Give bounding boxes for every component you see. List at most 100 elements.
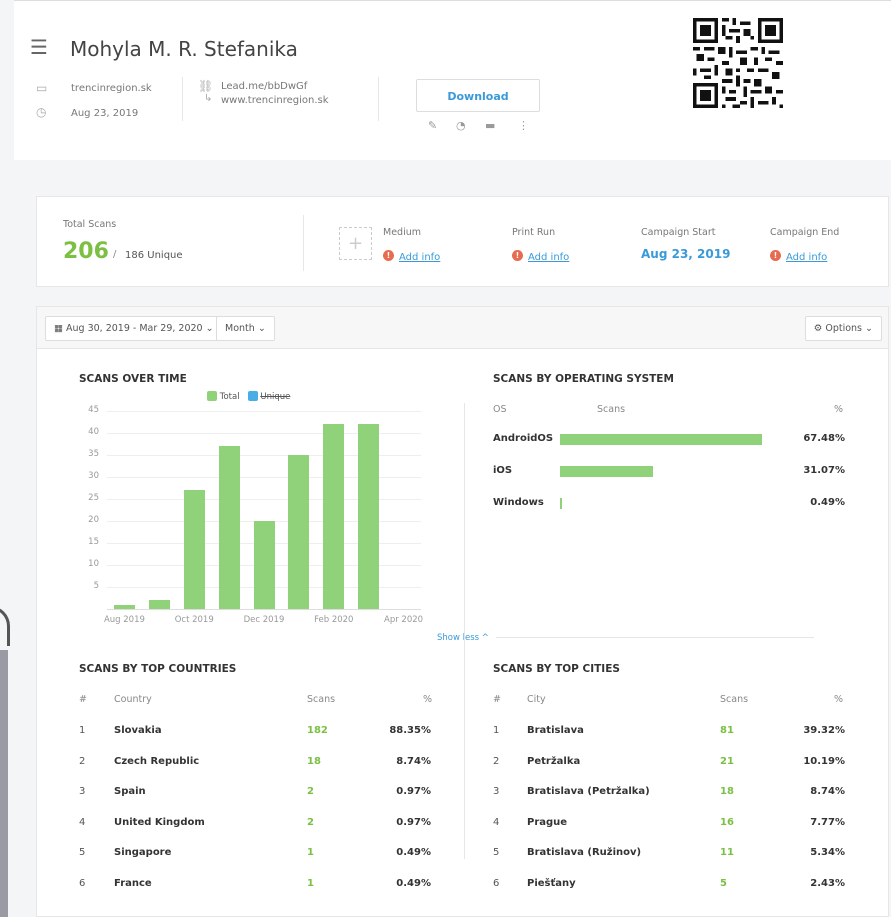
divider [182,77,183,121]
clock-icon: ◷ [36,105,47,119]
row-name: Slovakia [114,725,162,736]
divider [303,215,304,271]
history-icon[interactable]: ◔ [456,119,466,132]
row-percent: 5.34% [810,847,845,858]
add-info-link[interactable]: Add info [786,252,827,263]
row-name: Piešťany [527,877,576,889]
row-scans: 81 [720,725,734,736]
options-button[interactable]: ⚙ Options ⌄ [804,316,882,341]
stats-summary-card: Total Scans 206 / 186 Unique + Medium ! A… [36,196,889,287]
scans-col-header: Scans [720,694,749,705]
domain-text: trencinregion.sk [71,83,152,94]
os-percent: 31.07% [803,465,845,476]
chart-bar[interactable] [113,604,135,609]
short-link[interactable]: Lead.me/bbDwGf [221,81,307,92]
download-button[interactable]: Download [416,79,540,112]
row-name: Spain [114,786,146,797]
row-scans: 18 [720,786,734,797]
row-name: Prague [527,816,568,828]
country-col-header: Country [114,694,152,705]
chart-bar[interactable] [288,455,310,609]
row-name: Singapore [114,847,172,858]
chart-bar[interactable] [323,424,345,609]
chart-bar[interactable] [148,600,170,609]
row-percent: 0.97% [396,786,431,797]
pct-col-header: % [423,694,433,705]
add-image-button[interactable]: + [339,227,372,260]
edit-icon[interactable]: ✎ [428,119,437,132]
y-tick-label: 30 [88,471,99,481]
row-percent: 2.43% [810,877,845,889]
row-scans: 16 [720,816,734,828]
divider [378,77,379,121]
chart-bar[interactable] [183,490,205,609]
row-rank: 4 [493,816,500,828]
total-scans-value: 206 [63,239,109,264]
os-percent: 67.48% [803,433,845,444]
row-rank: 5 [493,847,500,858]
y-tick-label: 5 [93,581,99,591]
countries-title: SCANS BY TOP COUNTRIES [79,663,237,675]
row-rank: 1 [493,725,500,736]
column-divider [464,403,465,859]
document-icon: ☰ [30,35,48,59]
row-percent: 7.77% [810,816,845,828]
row-scans: 182 [307,725,328,736]
background-arc [0,606,10,646]
os-bar[interactable] [560,434,763,445]
info-icon: ! [512,250,523,261]
row-rank: 2 [493,755,500,767]
os-percent: 0.49% [810,497,845,508]
medium-add-info[interactable]: ! Add info [383,245,440,264]
y-tick-label: 15 [88,537,99,547]
chevron-down-icon: ⌄ [865,323,873,334]
qr-code-image [693,18,783,108]
campaign-end-label: Campaign End [770,227,840,238]
chart-bar[interactable] [218,446,240,609]
pct-col-header: % [834,694,844,705]
row-name: Bratislava [527,725,584,736]
show-less-link[interactable]: Show less ^ [437,633,489,643]
add-info-link[interactable]: Add info [399,252,440,263]
analytics-card: ▦ Aug 30, 2019 - Mar 29, 2020 ⌄ Month ⌄ … [36,306,889,917]
row-rank: 4 [79,816,86,828]
qr-title: Mohyla M. R. Stefanika [70,37,298,61]
row-rank: 1 [79,725,86,736]
row-percent: 10.19% [803,755,845,767]
created-date: Aug 23, 2019 [71,108,139,119]
chart-bar[interactable] [358,424,380,609]
chart-bar[interactable] [253,521,275,609]
row-scans: 18 [307,755,321,767]
row-name: Petržalka [527,755,581,767]
city-col-header: City [527,694,546,705]
scans-over-time-chart: 5 10 15 20 25 30 35 40 45 Aug 2019 Oct 2019 Dec 201… [37,307,457,637]
os-title: SCANS BY OPERATING SYSTEM [493,373,674,385]
row-name: Czech Republic [114,755,200,767]
row-scans: 1 [307,877,314,889]
x-tick-label: Feb 2020 [314,615,354,625]
scans-col-header: Scans [597,404,626,415]
x-tick-label: Oct 2019 [174,615,214,625]
os-name: iOS [493,465,513,476]
scans-col-header: Scans [307,694,336,705]
os-name: Windows [493,497,544,508]
campaign-end-add-info[interactable]: ! Add info [770,245,827,264]
link-icon: ⛓ [198,79,214,93]
y-gridline [107,411,421,412]
target-url[interactable]: www.trencinregion.sk [221,95,329,106]
campaign-start-date[interactable]: Aug 23, 2019 [641,247,730,261]
os-bar[interactable] [560,498,562,509]
print-run-add-info[interactable]: ! Add info [512,245,569,264]
row-percent: 8.74% [810,786,845,797]
y-tick-label: 45 [88,405,99,415]
row-scans: 2 [307,786,314,797]
row-rank: 2 [79,755,86,767]
more-options-icon[interactable]: ⋮ [518,119,529,132]
row-rank: 6 [79,877,86,889]
row-percent: 0.97% [396,816,431,828]
os-bar[interactable] [560,466,654,477]
x-tick-label: Apr 2020 [384,615,424,625]
unique-scans: 186 Unique [125,250,183,261]
add-info-link[interactable]: Add info [528,252,569,263]
folder-move-icon[interactable]: ▬ [485,119,495,132]
